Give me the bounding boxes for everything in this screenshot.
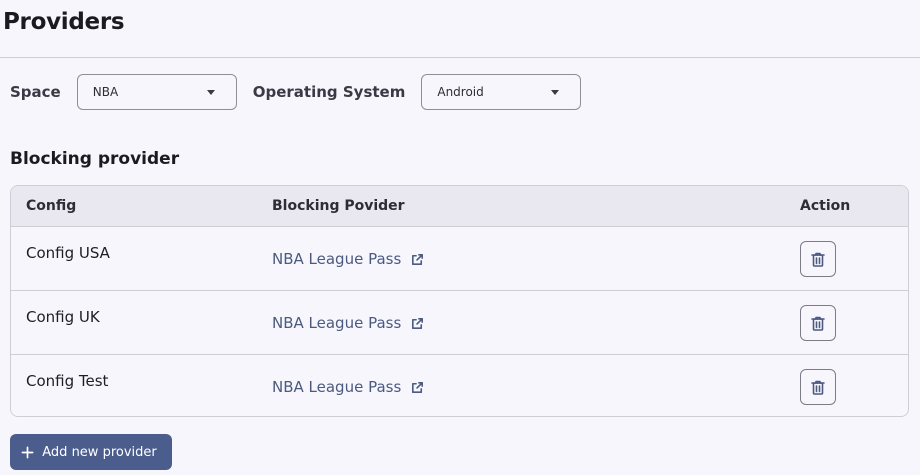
header-action: Action — [800, 198, 851, 214]
trash-icon — [810, 251, 826, 268]
header-divider — [0, 57, 920, 58]
table-row: Config Test NBA League Pass — [11, 355, 908, 416]
delete-button[interactable] — [800, 305, 836, 341]
os-select-value: Android — [437, 85, 484, 99]
caret-down-icon — [551, 89, 560, 95]
os-select[interactable]: Android — [421, 74, 582, 110]
delete-button[interactable] — [800, 241, 836, 277]
provider-link[interactable]: NBA League Pass — [272, 314, 425, 332]
external-link-icon — [410, 316, 425, 331]
provider-link[interactable]: NBA League Pass — [272, 378, 425, 396]
trash-icon — [810, 315, 826, 332]
external-link-icon — [410, 380, 425, 395]
add-provider-label: Add new provider — [42, 444, 157, 460]
providers-table: Config Blocking Povider Action Config US… — [10, 185, 909, 417]
space-select-value: NBA — [92, 85, 119, 99]
row-config: Config USA — [26, 244, 110, 262]
plus-icon — [21, 446, 34, 459]
header-config: Config — [26, 198, 77, 214]
table-row: Config USA NBA League Pass — [11, 227, 908, 291]
page-title: Providers — [3, 9, 125, 35]
row-config: Config UK — [26, 308, 100, 326]
filter-bar: Space NBA Operating System Android — [10, 74, 582, 110]
row-config: Config Test — [26, 372, 109, 390]
table-header: Config Blocking Povider Action — [11, 186, 908, 227]
provider-link-label: NBA League Pass — [272, 378, 402, 396]
provider-link[interactable]: NBA League Pass — [272, 250, 425, 268]
trash-icon — [810, 379, 826, 396]
section-title: Blocking provider — [10, 149, 180, 169]
space-label: Space — [10, 83, 61, 101]
external-link-icon — [410, 252, 425, 267]
caret-down-icon — [206, 89, 215, 95]
provider-link-label: NBA League Pass — [272, 314, 402, 332]
space-select[interactable]: NBA — [76, 74, 237, 110]
os-label: Operating System — [252, 83, 406, 101]
delete-button[interactable] — [800, 369, 836, 405]
add-provider-button[interactable]: Add new provider — [10, 434, 172, 470]
provider-link-label: NBA League Pass — [272, 250, 402, 268]
table-row: Config UK NBA League Pass — [11, 291, 908, 355]
header-provider: Blocking Povider — [272, 198, 405, 214]
